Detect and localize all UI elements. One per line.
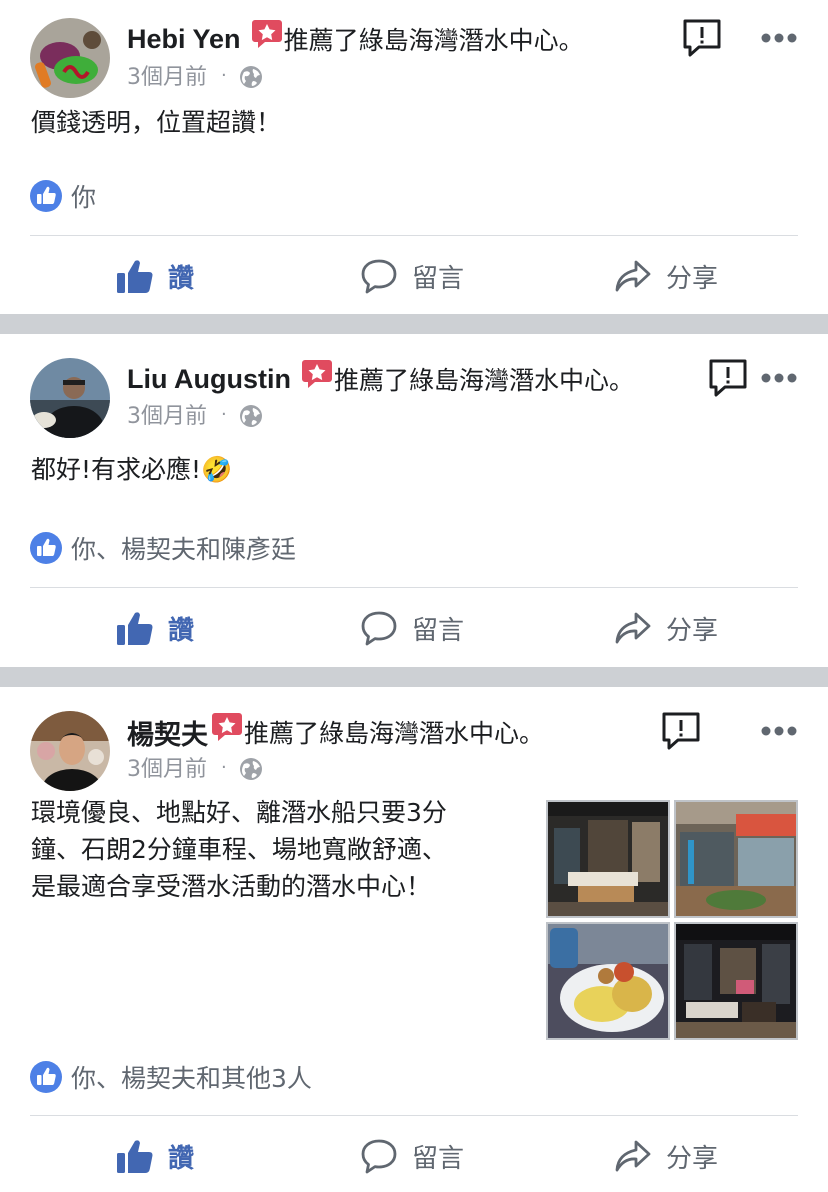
- post-meta: 3個月前 ·: [127, 60, 263, 90]
- comment-button[interactable]: 留言: [360, 588, 464, 668]
- reaction-summary[interactable]: 你: [30, 179, 96, 213]
- recommend-text[interactable]: 推薦了綠島海灣潛水中心。: [244, 714, 544, 750]
- review-post: Hebi Yen 推薦了綠島海灣潛水中心。 3個月前 · 價錢透明，位置超讚！: [0, 0, 828, 314]
- review-post: Liu Augustin 推薦了綠島海灣潛水中心。 3個月前 · 都好!有求必應…: [0, 334, 828, 667]
- globe-icon: [239, 66, 262, 88]
- review-text: 價錢透明，位置超讚！: [31, 108, 282, 137]
- meta-separator: ·: [221, 403, 227, 425]
- photo-interior[interactable]: [674, 922, 798, 1040]
- author-name[interactable]: Hebi Yen: [127, 24, 241, 55]
- photo-storefront[interactable]: [674, 800, 798, 918]
- comment-icon: [361, 1139, 397, 1174]
- thumbs-up-icon: [117, 1140, 153, 1173]
- comment-label: 留言: [412, 263, 465, 294]
- photo-lounge[interactable]: [546, 800, 670, 918]
- photo-grid: [546, 800, 798, 1040]
- reaction-text: 你: [71, 183, 97, 212]
- report-icon[interactable]: [708, 358, 748, 398]
- post-time[interactable]: 3個月前: [127, 751, 207, 783]
- comment-button[interactable]: 留言: [360, 236, 464, 316]
- like-badge-icon: [30, 180, 62, 212]
- like-button[interactable]: 讚: [116, 236, 194, 316]
- report-icon[interactable]: [661, 711, 701, 751]
- action-bar: 讚 留言 分享: [0, 236, 828, 316]
- share-button[interactable]: 分享: [614, 236, 718, 316]
- recommend-star-icon: [212, 713, 242, 741]
- post-meta: 3個月前 ·: [127, 752, 263, 782]
- avatar[interactable]: [30, 711, 110, 791]
- more-icon[interactable]: [761, 725, 797, 737]
- more-icon[interactable]: [761, 372, 797, 384]
- globe-icon: [239, 758, 262, 780]
- share-label: 分享: [666, 1143, 719, 1174]
- reviews-feed: Hebi Yen 推薦了綠島海灣潛水中心。 3個月前 · 價錢透明，位置超讚！: [0, 0, 828, 1192]
- report-icon[interactable]: [682, 18, 722, 58]
- thumbs-up-icon: [117, 612, 153, 645]
- recommend-text[interactable]: 推薦了綠島海灣潛水中心。: [284, 21, 584, 57]
- post-time[interactable]: 3個月前: [127, 59, 207, 91]
- review-text: 環境優良、地點好、離潛水船只要3分 鐘、石朗2分鐘車程、場地寬敞舒適、 是最適合…: [31, 794, 447, 905]
- like-badge-icon: [30, 532, 62, 564]
- review-text-line: 環境優良、地點好、離潛水船只要3分: [31, 798, 447, 827]
- post-meta: 3個月前 ·: [127, 399, 263, 429]
- reaction-summary[interactable]: 你、楊契夫和其他3人: [30, 1060, 312, 1094]
- review-text: 都好!有求必應!🤣: [31, 455, 233, 484]
- post-header: Liu Augustin 推薦了綠島海灣潛水中心。: [127, 360, 634, 398]
- like-label: 讚: [168, 1143, 195, 1174]
- comment-label: 留言: [412, 1143, 465, 1174]
- avatar[interactable]: [30, 358, 110, 438]
- post-time[interactable]: 3個月前: [127, 398, 207, 430]
- post-separator: [0, 667, 828, 687]
- recommend-star-icon: [251, 20, 282, 48]
- comment-icon: [361, 611, 397, 646]
- share-button[interactable]: 分享: [614, 588, 718, 668]
- more-icon[interactable]: [761, 32, 797, 44]
- meta-separator: ·: [221, 756, 227, 778]
- author-name[interactable]: Liu Augustin: [127, 364, 291, 395]
- comment-label: 留言: [412, 615, 465, 646]
- thumbs-up-icon: [117, 260, 153, 293]
- share-icon: [615, 260, 651, 292]
- globe-icon: [239, 405, 262, 427]
- share-button[interactable]: 分享: [614, 1116, 718, 1192]
- like-badge-icon: [30, 1061, 62, 1093]
- post-header: Hebi Yen 推薦了綠島海灣潛水中心。: [127, 20, 584, 58]
- review-text-line: 是最適合享受潛水活動的潛水中心！: [31, 872, 432, 901]
- share-label: 分享: [666, 263, 719, 294]
- author-name[interactable]: 楊契夫: [127, 713, 208, 752]
- reaction-summary[interactable]: 你、楊契夫和陳彥廷: [30, 531, 296, 565]
- avatar[interactable]: [30, 18, 110, 98]
- post-header: 楊契夫 推薦了綠島海灣潛水中心。: [127, 713, 544, 751]
- comment-icon: [361, 259, 397, 294]
- review-text-line: 鐘、石朗2分鐘車程、場地寬敞舒適、: [31, 835, 447, 864]
- reaction-text: 你、楊契夫和陳彥廷: [71, 535, 297, 564]
- recommend-star-icon: [301, 360, 332, 388]
- like-button[interactable]: 讚: [116, 1116, 194, 1192]
- like-label: 讚: [168, 615, 195, 646]
- post-separator: [0, 314, 828, 334]
- share-icon: [615, 1140, 651, 1172]
- reaction-text: 你、楊契夫和其他3人: [71, 1064, 312, 1093]
- review-post: 楊契夫 推薦了綠島海灣潛水中心。 3個月前 · 環境優良、地點好、離潛水船只要3…: [0, 687, 828, 1192]
- action-bar: 讚 留言 分享: [0, 1116, 828, 1192]
- like-button[interactable]: 讚: [116, 588, 194, 668]
- meta-separator: ·: [221, 64, 227, 86]
- share-icon: [615, 612, 651, 644]
- comment-button[interactable]: 留言: [360, 1116, 464, 1192]
- like-label: 讚: [168, 263, 195, 294]
- photo-breakfast[interactable]: [546, 922, 670, 1040]
- share-label: 分享: [666, 615, 719, 646]
- recommend-text[interactable]: 推薦了綠島海灣潛水中心。: [334, 361, 634, 397]
- action-bar: 讚 留言 分享: [0, 588, 828, 668]
